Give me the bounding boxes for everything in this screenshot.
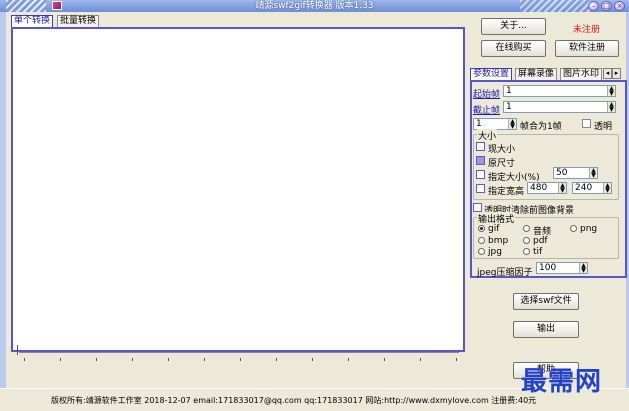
clear-bg-checkbox[interactable] [473,203,482,212]
start-frame-field[interactable]: 1 ▲ ▼ [503,85,616,97]
frame-slider[interactable] [14,345,464,367]
transparent-label: 透明 [594,122,613,132]
tab-watermark[interactable]: 图片水印 [560,68,603,80]
window-controls: – □ × [588,1,625,11]
close-button[interactable]: × [614,1,625,11]
format-jpg-radio[interactable] [478,248,485,255]
tab-single-convert[interactable]: 单个转换 [11,15,54,27]
merge-frames-value: 1 [476,119,482,129]
maximize-button[interactable]: □ [601,1,612,11]
slider-thumb[interactable] [17,345,19,355]
buy-online-button[interactable]: 在线购买 [481,40,546,57]
tab-screen-record[interactable]: 屏幕录像 [515,68,558,80]
format-tif-radio[interactable] [523,248,530,255]
merge-frames-label: 帧合为1帧 [520,122,562,132]
format-bmp-radio[interactable] [478,237,485,244]
end-frame-label[interactable]: 截止帧 [473,103,500,116]
end-frame-field[interactable]: 1 ▲ ▼ [503,101,616,113]
size-percent-spin-icon[interactable]: ▲ ▼ [589,168,597,179]
window-title: 靖源swf2gif转换器 版本1.33 [255,1,374,11]
jpeg-factor-spin-icon[interactable]: ▲ ▼ [579,263,587,274]
size-percent-field[interactable]: 50 ▲ ▼ [553,167,598,179]
tab-scroll-left[interactable]: ◂ [603,68,612,79]
width-value: 480 [530,183,548,193]
preview-canvas[interactable] [11,27,465,352]
height-field[interactable]: 240 ▲ ▼ [572,182,612,194]
size-custom-label: 指定宽高 [488,187,525,197]
format-gif-radio[interactable] [478,225,485,232]
jpeg-factor-label: jpeg压缩因子 [477,268,533,278]
format-tif-label: tif [533,247,543,257]
format-bmp-label: bmp [488,236,509,246]
size-percent-checkbox[interactable] [476,170,485,179]
size-group-title: 大小 [477,129,498,142]
unregistered-label: 未注册 [573,25,601,35]
format-pdf-label: pdf [533,236,548,246]
format-gif-label: gif [488,224,500,234]
size-original-label: 原尺寸 [488,159,516,169]
height-value: 240 [575,183,593,193]
watermark-logo: 最需网 [521,367,603,397]
jpeg-factor-value: 100 [539,263,557,273]
start-frame-label[interactable]: 起始帧 [473,87,500,100]
start-frame-spin-icon[interactable]: ▲ ▼ [607,86,615,97]
size-percent-value: 50 [556,168,568,178]
format-pdf-radio[interactable] [523,237,530,244]
register-button[interactable]: 软件注册 [555,40,619,57]
width-spin-icon[interactable]: ▲ ▼ [558,183,566,194]
status-text: 版权所有:靖源软件工作室 2018-12-07 email:171833017@… [51,396,537,405]
format-audio-radio[interactable] [523,225,530,232]
width-field[interactable]: 480 ▲ ▼ [527,182,567,194]
format-png-label: png [580,224,598,234]
tab-scroll-arrows: ◂ ▸ [603,68,621,79]
merge-spin-icon[interactable]: ▲ ▼ [508,119,516,130]
transparent-checkbox[interactable] [582,119,591,128]
tab-params[interactable]: 参数设置 [470,68,513,80]
slider-track [19,352,459,353]
height-spin-icon[interactable]: ▲ ▼ [603,183,611,194]
select-swf-button[interactable]: 选择swf文件 [513,293,579,310]
format-png-radio[interactable] [570,225,577,232]
start-frame-value: 1 [506,86,512,96]
slider-ticks [24,358,464,361]
size-current-label: 现大小 [488,145,516,155]
output-button[interactable]: 输出 [513,321,579,338]
format-jpg-label: jpg [488,247,502,257]
end-frame-value: 1 [506,102,512,112]
size-current-checkbox[interactable] [476,142,485,151]
title-bar: 靖源swf2gif转换器 版本1.33 – □ × [0,0,629,12]
jpeg-factor-field[interactable]: 100 ▲ ▼ [536,262,588,274]
size-original-checkbox[interactable] [476,156,485,165]
end-frame-spin-icon[interactable]: ▲ ▼ [607,102,615,113]
tab-scroll-right[interactable]: ▸ [612,68,621,79]
tab-batch-convert[interactable]: 批量转换 [57,15,100,27]
size-custom-checkbox[interactable] [476,184,485,193]
about-button[interactable]: 关于... [481,18,546,35]
minimize-button[interactable]: – [588,1,599,11]
